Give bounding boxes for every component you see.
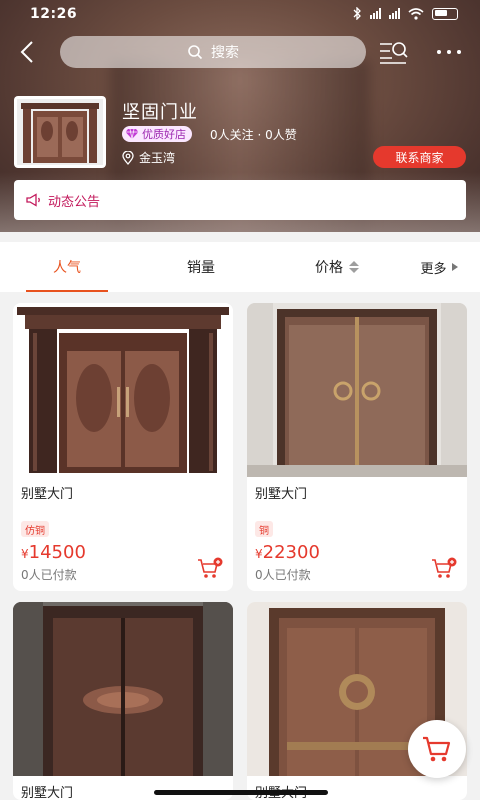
location-label: 金玉湾 <box>139 151 176 165</box>
search-placeholder: 搜索 <box>211 45 239 61</box>
megaphone-icon <box>26 193 40 207</box>
tab-sales[interactable]: 销量 <box>160 242 242 292</box>
quality-shop-badge: 优质好店 <box>122 126 192 142</box>
product-image <box>13 303 233 477</box>
status-icons <box>352 7 458 20</box>
status-time: 12:26 <box>30 6 78 22</box>
signal-icon-2 <box>389 8 400 19</box>
product-tag: 仿铜 <box>21 521 49 537</box>
sort-arrows-icon <box>349 261 359 273</box>
announcement-label: 动态公告 <box>48 194 101 210</box>
add-to-cart-icon[interactable] <box>431 557 457 581</box>
shop-location: 金玉湾 <box>122 149 175 166</box>
battery-icon <box>432 7 458 20</box>
product-title: 别墅大门 <box>21 786 74 800</box>
product-tag: 铜 <box>255 521 273 537</box>
back-arrow-icon[interactable] <box>14 38 42 66</box>
product-card[interactable]: 别墅大门 仿铜 ¥14500 0人已付款 <box>13 303 233 591</box>
product-card[interactable]: 别墅大门 铜 ¥22300 0人已付款 <box>247 303 467 591</box>
search-icon <box>188 45 203 60</box>
more-options-icon[interactable] <box>430 38 468 66</box>
signal-icon <box>370 8 381 19</box>
product-price: ¥14500 <box>21 542 86 563</box>
status-bar: 12:26 <box>0 0 480 30</box>
diamond-icon <box>125 128 139 140</box>
top-navigation: 搜索 <box>0 34 480 70</box>
badge-label: 优质好店 <box>142 128 186 141</box>
search-bar[interactable]: 搜索 <box>60 36 366 68</box>
product-image <box>247 303 467 477</box>
shopping-cart-icon <box>423 736 451 762</box>
shop-logo <box>14 96 106 168</box>
product-sold-count: 0人已付款 <box>255 568 311 582</box>
contact-seller-button[interactable]: 联系商家 <box>373 146 466 168</box>
tab-popularity[interactable]: 人气 <box>26 242 108 292</box>
product-title: 别墅大门 <box>21 487 74 502</box>
triangle-right-icon <box>451 263 458 271</box>
product-image <box>13 602 233 776</box>
tab-price[interactable]: 价格 <box>296 242 378 292</box>
shop-name: 坚固门业 <box>122 102 198 123</box>
add-to-cart-icon[interactable] <box>197 557 223 581</box>
product-sold-count: 0人已付款 <box>21 568 77 582</box>
category-search-icon[interactable] <box>378 38 410 66</box>
tab-more[interactable]: 更多 <box>404 242 474 292</box>
sort-tabs: 人气 销量 价格 更多 <box>0 242 480 292</box>
shop-stats: 0人关注 · 0人赞 <box>210 128 297 142</box>
product-title: 别墅大门 <box>255 487 308 502</box>
floating-cart-button[interactable] <box>408 720 466 778</box>
bluetooth-icon <box>353 7 361 20</box>
home-indicator <box>154 790 328 795</box>
announcement-bar[interactable]: 动态公告 <box>14 180 466 220</box>
product-card[interactable]: 别墅大门 <box>13 602 233 800</box>
location-pin-icon <box>122 150 134 165</box>
wifi-icon <box>408 7 424 20</box>
product-price: ¥22300 <box>255 542 320 563</box>
shop-info: 坚固门业 优质好店 0人关注 · 0人赞 金玉湾 联系商家 <box>14 96 466 172</box>
